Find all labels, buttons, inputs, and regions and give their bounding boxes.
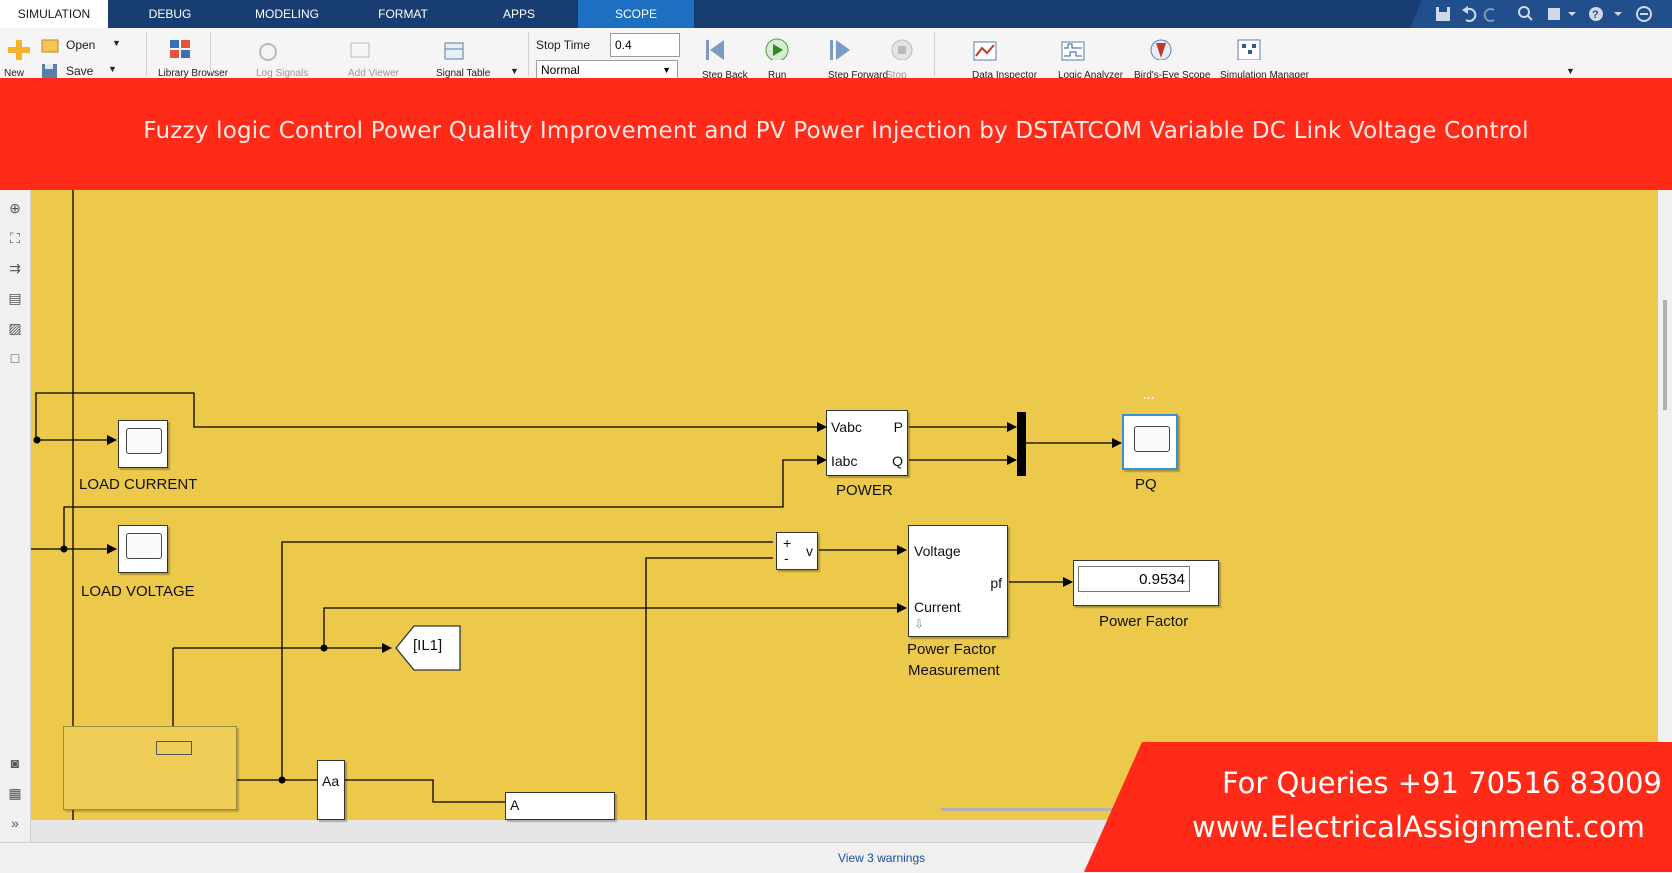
load-voltage-scope[interactable] — [118, 525, 168, 573]
stop-icon[interactable] — [890, 38, 916, 60]
tab-debug[interactable]: DEBUG — [112, 0, 228, 28]
run-icon[interactable] — [764, 38, 790, 60]
a-label: A — [510, 797, 520, 813]
camera-icon[interactable]: ◙ — [6, 755, 24, 771]
step-back-icon[interactable] — [704, 38, 730, 60]
open-folder-icon[interactable] — [40, 36, 60, 54]
pq-label: PQ — [1135, 476, 1157, 493]
plus-sign: + — [783, 535, 792, 551]
new-icon[interactable] — [6, 38, 32, 60]
svg-text:?: ? — [1592, 9, 1599, 21]
aa-block[interactable]: Aa — [317, 760, 345, 820]
pf-block-label-line1: Power Factor — [907, 641, 997, 658]
expand-palette-icon[interactable]: » — [6, 815, 24, 831]
simulation-mode-value: Normal — [541, 63, 580, 77]
minus-sign: - — [784, 550, 789, 566]
load-current-scope[interactable] — [118, 420, 168, 468]
tab-modeling[interactable]: MODELING — [232, 0, 342, 28]
scope-icon — [126, 428, 162, 454]
tab-scope[interactable]: SCOPE — [578, 0, 694, 28]
contact-website: www.ElectricalAssignment.com — [1192, 810, 1645, 844]
stop-time-input[interactable]: 0.4 — [610, 33, 680, 57]
view-warnings-link[interactable]: View 3 warnings — [838, 851, 925, 865]
current-port-label: Current — [914, 599, 961, 615]
ellipsis-icon[interactable]: ... — [1143, 390, 1155, 402]
contact-banner — [1084, 742, 1672, 872]
stop-time-label: Stop Time — [536, 38, 591, 52]
open-dropdown-icon[interactable]: ▼ — [112, 38, 121, 48]
vabc-port-label: Vabc — [831, 419, 862, 435]
p-port-label: P — [893, 419, 903, 435]
pq-scope[interactable] — [1122, 414, 1178, 470]
log-signals-icon — [259, 43, 277, 61]
vertical-scroll-thumb[interactable] — [1663, 300, 1667, 410]
v-port-label: v — [806, 543, 813, 559]
tab-simulation[interactable]: SIMULATION — [0, 0, 108, 28]
zoom-icon[interactable]: ⊕ — [6, 200, 24, 216]
step-forward-icon[interactable] — [828, 38, 854, 60]
iabc-port-label: Iabc — [831, 453, 858, 469]
vertical-scrollbar[interactable] — [1658, 190, 1672, 820]
banner-title: Fuzzy logic Control Power Quality Improv… — [143, 118, 1529, 144]
ribbon-tab-bar: SIMULATION DEBUG MODELING FORMAT APPS SC… — [0, 0, 1672, 28]
help-icon[interactable]: ? — [1589, 7, 1603, 21]
display-label: Power Factor — [1099, 613, 1189, 630]
logic-analyzer-icon[interactable] — [1060, 40, 1086, 62]
load-voltage-label: LOAD VOLTAGE — [81, 583, 195, 600]
simulation-mode-select[interactable]: Normal ▼ — [536, 60, 678, 80]
a-block[interactable]: A — [505, 792, 615, 820]
signal-lines — [31, 190, 1122, 820]
tab-apps[interactable]: APPS — [464, 0, 574, 28]
mode-dropdown-icon: ▼ — [662, 65, 671, 75]
viewers-expand-icon[interactable]: ▼ — [510, 66, 519, 76]
aa-label: Aa — [322, 773, 340, 789]
window-icon[interactable] — [1548, 8, 1560, 20]
mux-block[interactable] — [1017, 412, 1026, 476]
signal-table-icon[interactable] — [442, 40, 468, 62]
sum-block[interactable]: + - v — [776, 532, 818, 570]
image-icon[interactable]: ▨ — [6, 320, 24, 336]
library-browser-icon[interactable] — [168, 38, 194, 60]
toolstrip: New Open ▼ Save ▼ Library Browser Log Si… — [0, 28, 1672, 81]
scope-icon — [1134, 426, 1170, 452]
voltage-port-label: Voltage — [914, 543, 961, 559]
subsystem-block[interactable] — [63, 726, 237, 810]
save-dropdown-icon[interactable]: ▼ — [108, 64, 117, 74]
power-block[interactable]: Vabc Iabc P Q — [826, 410, 908, 476]
goto-tag-label: [IL1] — [413, 637, 443, 654]
save-button[interactable]: Save — [66, 64, 93, 78]
display-value: 0.9534 — [1078, 566, 1190, 592]
down-arrow-icon: ⇩ — [914, 617, 925, 631]
arrows-icon[interactable]: ⇉ — [6, 260, 24, 276]
toolstrip-expand-icon[interactable]: ▼ — [1566, 66, 1575, 76]
add-viewer-icon — [350, 42, 370, 58]
tab-format[interactable]: FORMAT — [346, 0, 460, 28]
subsystem-preview-element — [156, 741, 192, 755]
power-block-label: POWER — [836, 482, 893, 499]
q-port-label: Q — [892, 453, 903, 469]
annotation-icon[interactable]: ▤ — [6, 290, 24, 306]
model-canvas[interactable]: LOAD CURRENT LOAD VOLTAGE Vabc Iabc P Q … — [31, 190, 1658, 820]
power-factor-measurement-block[interactable]: Voltage pf Current ⇩ — [908, 525, 1008, 637]
pf-port-label: pf — [990, 575, 1002, 591]
model-palette: ⊕ ⛶ ⇉ ▤ ▨ □ ◙ ▦ » — [0, 190, 31, 842]
title-banner: Fuzzy logic Control Power Quality Improv… — [0, 78, 1672, 190]
save-icon[interactable] — [1436, 7, 1450, 21]
properties-icon[interactable]: ▦ — [6, 785, 24, 801]
contact-phone: For Queries +91 70516 83009 — [1222, 766, 1662, 800]
power-factor-display[interactable]: 0.9534 — [1073, 560, 1219, 606]
quick-access-toolbar: ? — [1410, 0, 1672, 28]
pf-block-label-line2: Measurement — [908, 662, 1000, 679]
area-icon[interactable]: □ — [6, 350, 24, 366]
open-button[interactable]: Open — [66, 38, 95, 52]
scope-icon — [126, 533, 162, 559]
data-inspector-icon[interactable] — [972, 40, 998, 62]
load-current-label: LOAD CURRENT — [79, 476, 198, 493]
simulation-manager-icon[interactable] — [1236, 38, 1262, 60]
fit-view-icon[interactable]: ⛶ — [6, 230, 24, 246]
birds-eye-scope-icon[interactable] — [1148, 38, 1174, 60]
